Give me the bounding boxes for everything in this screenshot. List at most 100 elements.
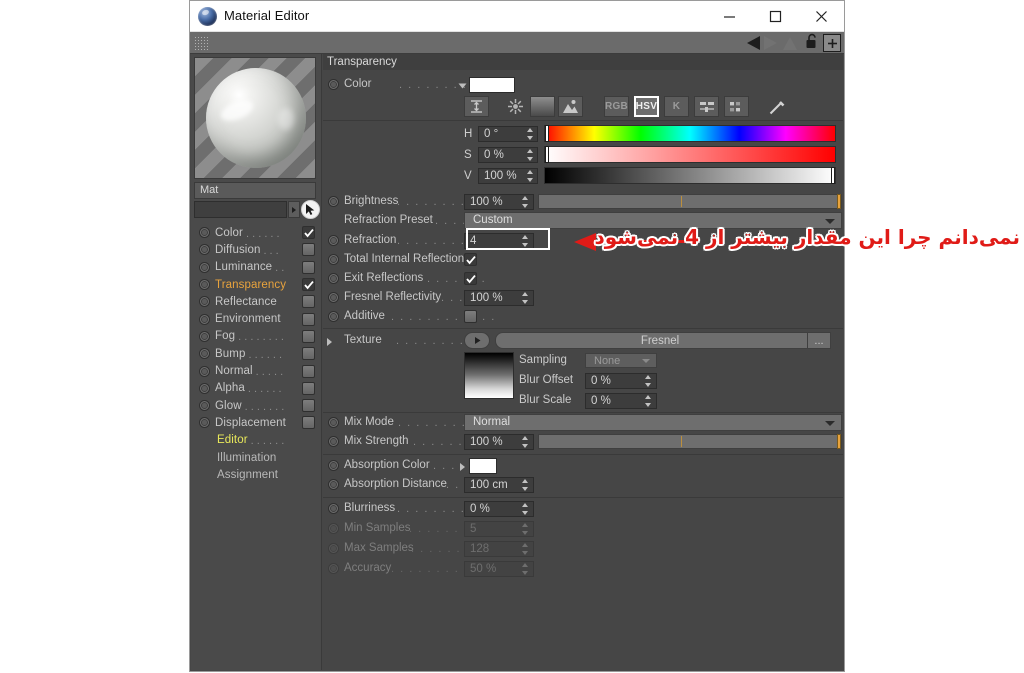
channel-bump[interactable]: Bump . . . . . . <box>191 345 322 362</box>
channel-checkbox[interactable] <box>302 381 315 395</box>
channel-checkbox[interactable] <box>302 226 315 240</box>
sidebar-item-assignment[interactable]: Assignment <box>191 466 322 483</box>
parameter-radio-icon[interactable] <box>328 310 339 322</box>
texture-name-button[interactable]: Fresnel <box>495 332 825 349</box>
material-name-input[interactable] <box>194 201 287 218</box>
additive-checkbox[interactable] <box>464 310 477 323</box>
hue-spinner[interactable] <box>526 128 533 140</box>
sidebar-item-illumination[interactable]: Illumination <box>191 449 322 466</box>
channel-checkbox[interactable] <box>302 243 315 257</box>
texture-browse-button[interactable]: ... <box>807 332 831 349</box>
chevron-down-icon[interactable] <box>458 83 467 89</box>
mix-strength-spinner[interactable] <box>521 436 528 448</box>
channel-reflectance[interactable]: Reflectance <box>191 293 322 310</box>
color-wheel-icon[interactable] <box>503 96 528 117</box>
color-swatch[interactable] <box>469 77 515 93</box>
channel-radio-icon[interactable] <box>199 348 210 360</box>
brightness-slider[interactable] <box>538 194 842 209</box>
minimize-button[interactable] <box>706 1 752 31</box>
channel-checkbox[interactable] <box>302 416 315 430</box>
parameter-radio-icon[interactable] <box>328 195 339 207</box>
parameter-radio-icon[interactable] <box>328 291 339 303</box>
channel-checkbox[interactable] <box>302 312 315 326</box>
channel-radio-icon[interactable] <box>199 279 210 291</box>
triangle-right-icon[interactable] <box>764 36 777 50</box>
channel-radio-icon[interactable] <box>199 296 210 308</box>
channel-alpha[interactable]: Alpha . . . . . . <box>191 380 322 397</box>
hue-gradient-bar[interactable] <box>544 125 836 142</box>
channel-radio-icon[interactable] <box>199 382 210 394</box>
channel-fog[interactable]: Fog . . . . . . . . <box>191 328 322 345</box>
parameter-radio-icon[interactable] <box>328 459 339 471</box>
channel-checkbox[interactable] <box>302 364 315 378</box>
unlocked-padlock-icon[interactable] <box>805 33 819 54</box>
channel-radio-icon[interactable] <box>199 417 210 429</box>
absorption-distance-spinner[interactable] <box>521 479 528 491</box>
channel-radio-icon[interactable] <box>199 330 210 342</box>
parameter-radio-icon[interactable] <box>328 234 339 246</box>
channel-luminance[interactable]: Luminance . . <box>191 259 322 276</box>
channel-color[interactable]: Color . . . . . . <box>191 224 322 241</box>
saturation-gradient-bar[interactable] <box>544 146 836 163</box>
sampling-select[interactable]: None <box>585 353 657 368</box>
parameter-radio-icon[interactable] <box>328 416 339 428</box>
blurriness-spinner[interactable] <box>521 503 528 515</box>
blur-offset-spinner[interactable] <box>644 375 651 387</box>
refraction-spinner[interactable] <box>521 235 528 247</box>
blur-scale-spinner[interactable] <box>644 395 651 407</box>
slider-handle[interactable] <box>837 434 841 449</box>
brightness-spinner[interactable] <box>521 196 528 208</box>
kelvin-mode-button[interactable]: K <box>664 96 689 117</box>
rgb-mode-button[interactable]: RGB <box>604 96 629 117</box>
maximize-button[interactable] <box>752 1 798 31</box>
exit-reflections-checkbox[interactable] <box>464 272 477 285</box>
sidebar-item-editor[interactable]: Editor . . . . . . <box>191 432 322 449</box>
channel-radio-icon[interactable] <box>199 244 210 256</box>
image-picker-icon[interactable] <box>558 96 583 117</box>
gradient-icon[interactable] <box>530 96 555 117</box>
channel-checkbox[interactable] <box>302 347 315 361</box>
channel-checkbox[interactable] <box>302 329 315 343</box>
close-button[interactable] <box>798 1 844 31</box>
triangle-up-icon[interactable] <box>783 36 797 50</box>
swatches-icon[interactable] <box>724 96 749 117</box>
value-gradient-bar[interactable] <box>544 167 836 184</box>
chevron-right-icon[interactable] <box>288 201 300 218</box>
parameter-radio-icon[interactable] <box>328 272 339 284</box>
range-icon[interactable] <box>464 96 489 117</box>
parameter-radio-icon[interactable] <box>328 478 339 490</box>
total-internal-reflection-checkbox[interactable] <box>464 253 477 266</box>
value-handle[interactable] <box>831 167 835 184</box>
material-preview[interactable] <box>194 57 316 179</box>
channel-radio-icon[interactable] <box>199 227 210 239</box>
texture-play-button[interactable] <box>464 332 490 349</box>
channel-radio-icon[interactable] <box>199 400 210 412</box>
channel-checkbox[interactable] <box>302 295 315 309</box>
saturation-handle[interactable] <box>545 146 549 163</box>
mix-mode-select[interactable]: Normal <box>464 414 842 431</box>
toolbar-grip-handle[interactable] <box>194 36 208 50</box>
saturation-spinner[interactable] <box>526 149 533 161</box>
channel-environment[interactable]: Environment <box>191 310 322 327</box>
pointer-cursor-icon[interactable] <box>301 200 320 219</box>
channel-radio-icon[interactable] <box>199 261 210 273</box>
slider-handle[interactable] <box>837 194 841 209</box>
channel-glow[interactable]: Glow . . . . . . . <box>191 397 322 414</box>
parameter-radio-icon[interactable] <box>328 78 339 90</box>
hue-handle[interactable] <box>545 125 549 142</box>
eyedropper-icon[interactable] <box>764 96 789 117</box>
channel-displacement[interactable]: Displacement <box>191 414 322 431</box>
expand-triangle-icon[interactable] <box>327 338 332 346</box>
triangle-left-icon[interactable] <box>747 36 760 50</box>
parameter-radio-icon[interactable] <box>328 253 339 265</box>
channel-normal[interactable]: Normal . . . . . <box>191 362 322 379</box>
channel-radio-icon[interactable] <box>199 365 210 377</box>
value-spinner[interactable] <box>526 170 533 182</box>
channel-checkbox[interactable] <box>302 260 315 274</box>
channel-checkbox[interactable] <box>302 278 315 292</box>
sliders-icon[interactable] <box>694 96 719 117</box>
absorption-color-swatch[interactable] <box>469 458 497 474</box>
add-button[interactable] <box>823 34 841 52</box>
channel-transparency[interactable]: Transparency <box>191 276 322 293</box>
parameter-radio-icon[interactable] <box>328 435 339 447</box>
